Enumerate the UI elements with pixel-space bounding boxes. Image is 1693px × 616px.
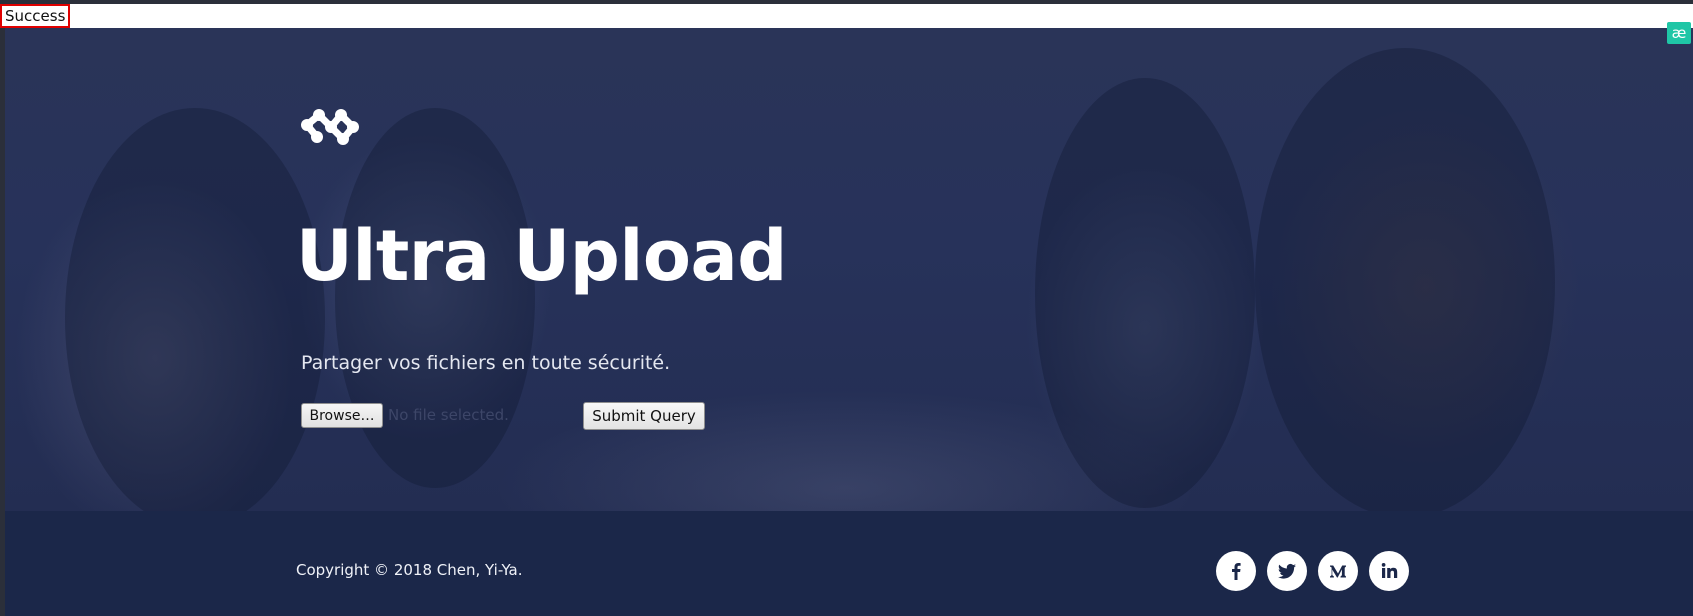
submit-button[interactable]: Submit Query <box>583 402 705 430</box>
hero-section <box>5 28 1693 511</box>
twitter-icon[interactable] <box>1267 551 1307 591</box>
upload-form: Browse… No file selected. Submit Query <box>301 402 721 430</box>
hero-bg-figure-far-right <box>1255 48 1555 511</box>
copyright-text: Copyright © 2018 Chen, Yi-Ya. <box>296 561 523 579</box>
translate-extension-icon[interactable]: æ <box>1667 22 1691 44</box>
page-subtitle: Partager vos fichiers en toute sécurité. <box>301 352 671 374</box>
hero-bg-figure-center <box>335 108 535 488</box>
linkedin-icon[interactable] <box>1369 551 1409 591</box>
status-bar <box>0 4 1693 28</box>
page-title: Ultra Upload <box>296 215 787 297</box>
status-message: Success <box>0 4 70 28</box>
medium-icon[interactable] <box>1318 551 1358 591</box>
hero-bg-figure-left <box>65 108 325 511</box>
browse-button[interactable]: Browse… <box>301 403 383 428</box>
hero-bg-figure-right <box>1035 78 1255 508</box>
molecule-logo-icon <box>301 109 359 145</box>
footer <box>5 511 1693 616</box>
file-status-text: No file selected. <box>388 406 509 424</box>
facebook-icon[interactable] <box>1216 551 1256 591</box>
